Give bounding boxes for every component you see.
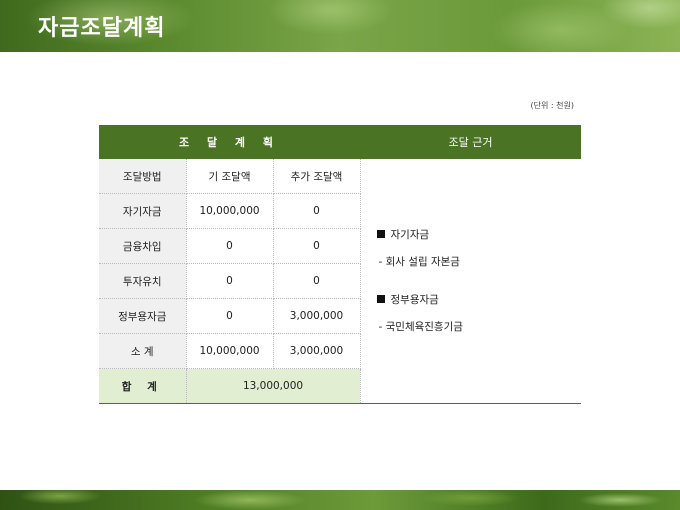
basis-detail: - 회사 설립 자본금 [378,255,460,268]
basis-group-2: 정부용자금 [376,294,582,306]
basis-detail: - 국민체육진흥기금 [378,320,463,333]
row-existing: 10,000,000 [186,193,274,229]
row-method: 소 계 [99,333,187,369]
column-header-additional: 추가 조달액 [273,159,361,194]
basis-cell: 자기자금 - 회사 설립 자본금 정부용자금 - 국민체육진흥기금 [360,159,581,404]
row-additional: 0 [273,228,361,264]
row-method: 금융차입 [99,228,187,264]
row-existing: 0 [186,298,274,334]
row-additional: 3,000,000 [273,298,361,334]
basis-header: 조달 근거 [360,125,581,159]
basis-heading: 자기자금 [390,229,430,241]
row-existing: 0 [186,263,274,299]
funding-plan-table: 조 달 계 획 조달 근거 조달방법 기 조달액 추가 조달액 자기자금 - 회… [99,125,581,404]
row-method: 정부용자금 [99,298,187,334]
row-existing: 10,000,000 [186,333,274,369]
column-header-method: 조달방법 [99,159,187,194]
basis-group-1: 자기자금 [376,229,582,241]
slide-header: 자금조달계획 [0,0,680,52]
row-additional: 0 [273,193,361,229]
page-title: 자금조달계획 [38,16,166,41]
row-existing: 0 [186,228,274,264]
basis-heading: 정부용자금 [390,294,439,306]
bullet-square-icon [376,295,385,303]
column-header-row: 조달방법 기 조달액 추가 조달액 자기자금 - 회사 설립 자본금 정부용자금… [99,159,581,404]
column-header-existing: 기 조달액 [186,159,274,194]
total-value: 13,000,000 [186,368,361,404]
total-label: 합 계 [99,368,187,404]
row-additional: 0 [273,263,361,299]
table-header-row: 조 달 계 획 조달 근거 [99,125,581,159]
row-method: 투자유치 [99,263,187,299]
plan-header: 조 달 계 획 [99,125,360,159]
bullet-square-icon [376,230,385,238]
unit-note: (단위 : 천원) [530,101,574,110]
row-additional: 3,000,000 [273,333,361,369]
row-method: 자기자금 [99,193,187,229]
slide-footer [0,490,680,510]
